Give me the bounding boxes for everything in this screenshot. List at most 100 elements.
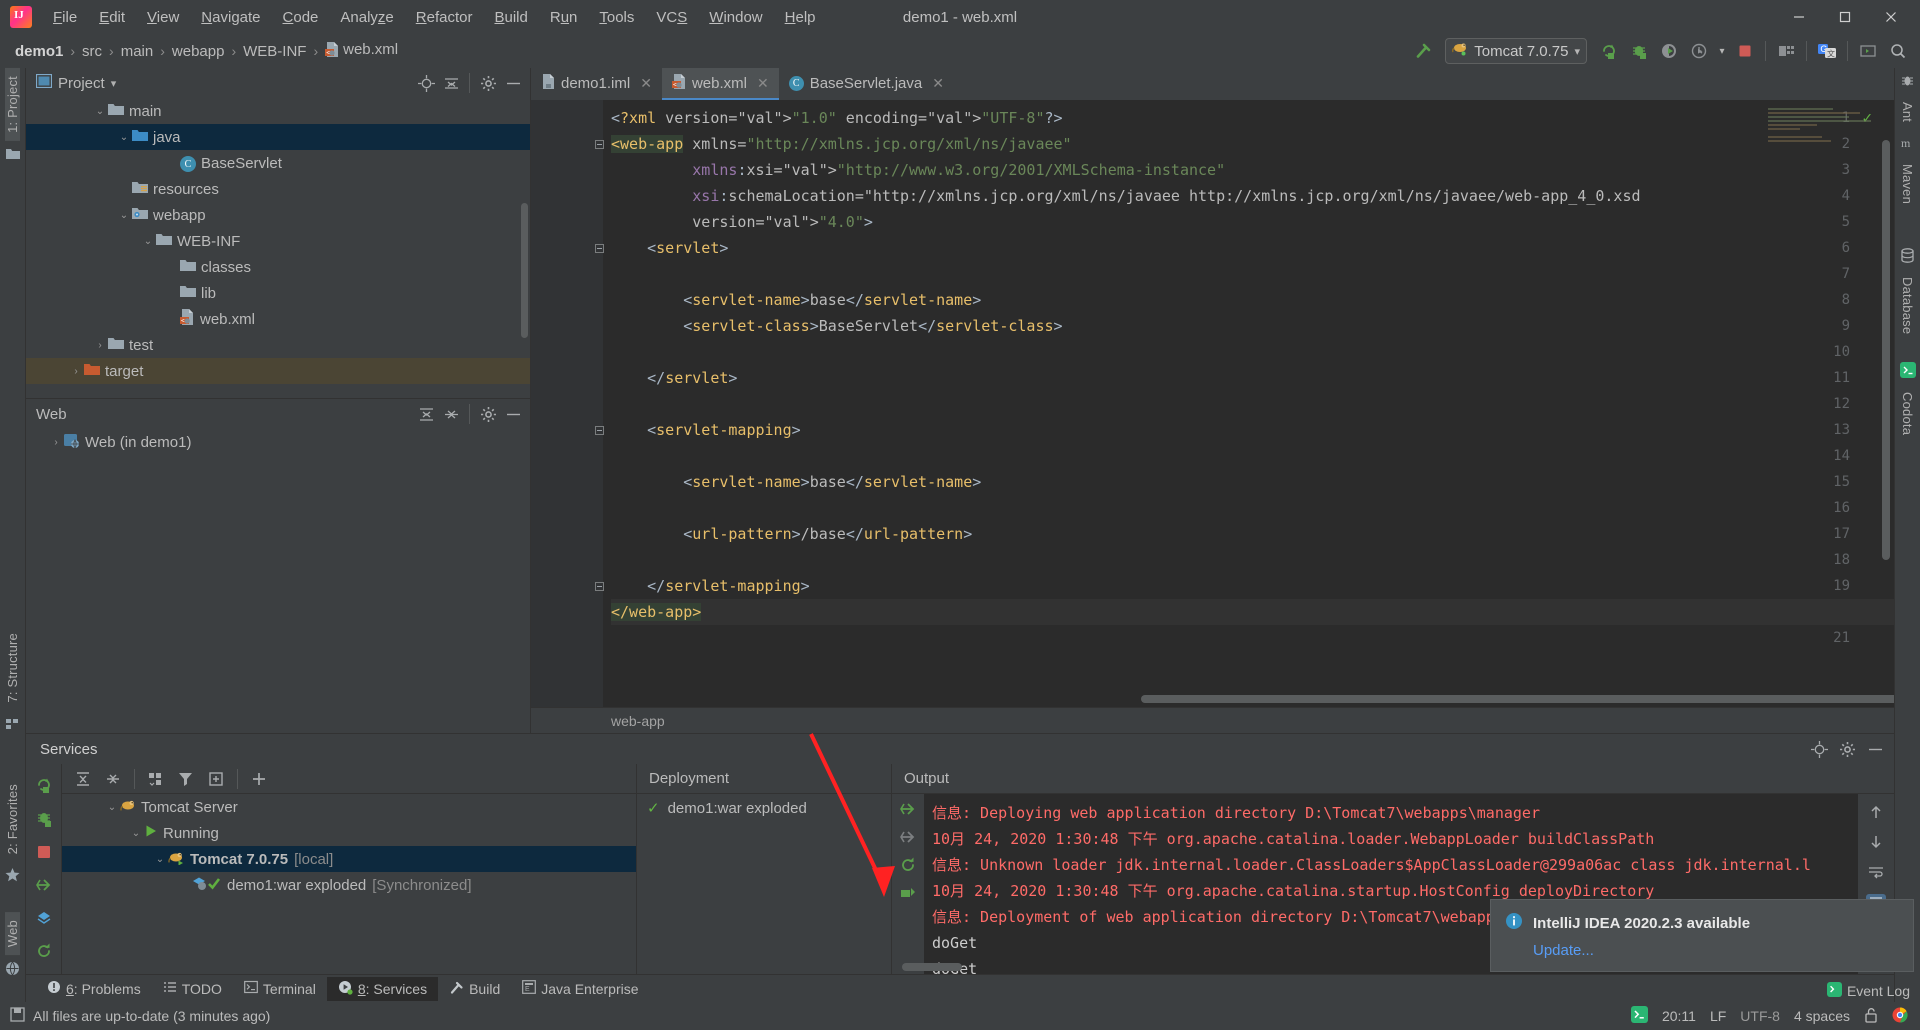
status-encoding[interactable]: UTF-8 [1740, 1008, 1780, 1024]
deploy-icon[interactable] [35, 876, 53, 898]
menu-edit[interactable]: Edit [88, 5, 136, 30]
group-icon[interactable] [143, 767, 169, 791]
editor-gutter[interactable] [531, 100, 603, 707]
sidebar-item-ant[interactable]: Ant [1900, 94, 1915, 130]
tree-toggle-icon[interactable]: › [68, 366, 84, 377]
code-line[interactable] [611, 495, 1894, 521]
tree-toggle-icon[interactable]: ⌄ [92, 106, 108, 117]
collapse-all-icon[interactable] [440, 72, 462, 94]
sidebar-item-project[interactable]: 1: Project [5, 68, 20, 141]
services-tree-item-tomcat-server[interactable]: ⌄ Tomcat Server [62, 794, 636, 820]
restart-icon[interactable] [35, 942, 53, 964]
add-tab-icon[interactable] [203, 767, 229, 791]
minimize-button[interactable] [1776, 0, 1822, 34]
fold-marker[interactable] [593, 424, 605, 436]
editor-horizontal-scrollbar[interactable] [1141, 695, 1894, 703]
menu-build[interactable]: Build [483, 5, 538, 30]
expand-all-icon[interactable] [415, 403, 437, 425]
services-tree-item-demo1-war-exploded[interactable]: demo1:war exploded [Synchronized] [62, 872, 636, 898]
code-line[interactable] [611, 391, 1894, 417]
services-tree-item-running[interactable]: ⌄ Running [62, 820, 636, 846]
tree-toggle-icon[interactable]: ⌄ [116, 210, 132, 221]
project-panel-title-group[interactable]: Project ▾ [35, 73, 117, 92]
tree-item-main[interactable]: ⌄ main [26, 98, 530, 124]
tab-terminal[interactable]: Terminal [233, 977, 327, 1000]
chrome-icon[interactable] [1892, 1006, 1908, 1026]
breadcrumb-item-main[interactable]: main [116, 41, 159, 62]
scroll-up-icon[interactable] [1868, 804, 1884, 824]
code-line[interactable] [611, 625, 1894, 651]
tab-services[interactable]: 8: Services [326, 976, 439, 1001]
update-notification[interactable]: IntelliJ IDEA 2020.2.3 available Update.… [1490, 899, 1914, 972]
project-tree-scrollbar[interactable] [521, 203, 528, 338]
code-line[interactable]: </web-app> [611, 599, 1894, 625]
hide-panel-icon[interactable] [502, 403, 524, 425]
menu-code[interactable]: Code [272, 5, 330, 30]
soft-wrap-icon[interactable] [1868, 864, 1884, 884]
stop-icon[interactable] [36, 844, 52, 864]
menu-run[interactable]: Run [539, 5, 589, 30]
tab-java-enterprise[interactable]: E Java Enterprise [511, 977, 649, 1000]
sidebar-item-favorites[interactable]: 2: Favorites [5, 776, 20, 862]
profiler-dropdown-icon[interactable]: ▾ [1715, 38, 1729, 64]
restart-icon[interactable] [899, 884, 917, 906]
menu-refactor[interactable]: Refactor [405, 5, 484, 30]
tree-toggle-icon[interactable]: ⌄ [152, 854, 168, 865]
locate-icon[interactable] [1808, 738, 1830, 760]
output-horizontal-scrollbar[interactable] [902, 963, 962, 971]
breadcrumb-item-demo1[interactable]: demo1 [10, 41, 68, 62]
breadcrumb-item-webapp[interactable]: webapp [167, 41, 230, 62]
code-line[interactable] [611, 443, 1894, 469]
project-structure-icon[interactable] [1772, 38, 1800, 64]
code-content[interactable]: <?xml version="val">"1.0" encoding="val"… [611, 105, 1894, 651]
code-line[interactable]: <?xml version="val">"1.0" encoding="val"… [611, 105, 1894, 131]
undeploy-icon[interactable] [899, 828, 917, 850]
settings-gear-icon[interactable] [1836, 738, 1858, 760]
web-tree-item[interactable]: › Web (in demo1) [26, 429, 530, 455]
chevron-down-icon[interactable]: ▾ [1574, 45, 1580, 58]
redeploy-icon[interactable] [899, 856, 917, 878]
code-line[interactable] [611, 339, 1894, 365]
search-everywhere-icon[interactable] [1884, 38, 1912, 64]
tree-item-web-inf[interactable]: ⌄ WEB-INF [26, 228, 530, 254]
tab-todo[interactable]: TODO [152, 977, 233, 1000]
code-line[interactable]: <servlet-name>base</servlet-name> [611, 287, 1894, 313]
menu-tools[interactable]: Tools [588, 5, 645, 30]
tree-item-test[interactable]: › test [26, 332, 530, 358]
chevron-down-icon[interactable]: ▾ [111, 77, 117, 90]
tree-item-resources[interactable]: resources [26, 176, 530, 202]
maximize-button[interactable] [1822, 0, 1868, 34]
expand-all-icon[interactable] [70, 767, 96, 791]
code-line[interactable]: xmlns:xsi="val">"http://www.w3.org/2001/… [611, 157, 1894, 183]
tree-toggle-icon[interactable]: › [48, 437, 64, 448]
tree-toggle-icon[interactable]: › [92, 340, 108, 351]
settings-gear-icon[interactable] [477, 403, 499, 425]
stop-icon[interactable] [1731, 38, 1759, 64]
debug-icon[interactable] [1625, 38, 1653, 64]
close-button[interactable] [1868, 0, 1914, 34]
code-line[interactable]: <servlet-mapping> [611, 417, 1894, 443]
editor-breadcrumb[interactable]: web-app [531, 707, 1894, 733]
terminal-green-icon[interactable] [1630, 1006, 1648, 1026]
scroll-down-icon[interactable] [1868, 834, 1884, 854]
tree-item-java[interactable]: ⌄ java [26, 124, 530, 150]
tree-item-lib[interactable]: lib [26, 280, 530, 306]
fold-marker[interactable] [593, 242, 605, 254]
build-hammer-icon[interactable] [1409, 38, 1437, 64]
tab-demo1-iml[interactable]: demo1.iml ✕ [531, 68, 662, 100]
locate-icon[interactable] [415, 72, 437, 94]
menu-analyze[interactable]: Analyze [329, 5, 404, 30]
debug-icon[interactable] [35, 810, 53, 832]
rerun-icon[interactable] [1595, 38, 1623, 64]
tree-toggle-icon[interactable]: ⌄ [104, 802, 120, 813]
close-icon[interactable]: ✕ [757, 75, 769, 92]
menu-navigate[interactable]: Navigate [190, 5, 271, 30]
code-line[interactable]: </servlet> [611, 365, 1894, 391]
tree-toggle-icon[interactable]: ⌄ [128, 828, 144, 839]
tree-item-target[interactable]: › target [26, 358, 530, 384]
breadcrumb-item-web-inf[interactable]: WEB-INF [238, 41, 311, 62]
code-line[interactable]: <url-pattern>/base</url-pattern> [611, 521, 1894, 547]
sidebar-item-structure[interactable]: 7: Structure [5, 625, 20, 711]
deploy-icon[interactable] [899, 800, 917, 822]
run-with-coverage-icon[interactable] [1655, 38, 1683, 64]
